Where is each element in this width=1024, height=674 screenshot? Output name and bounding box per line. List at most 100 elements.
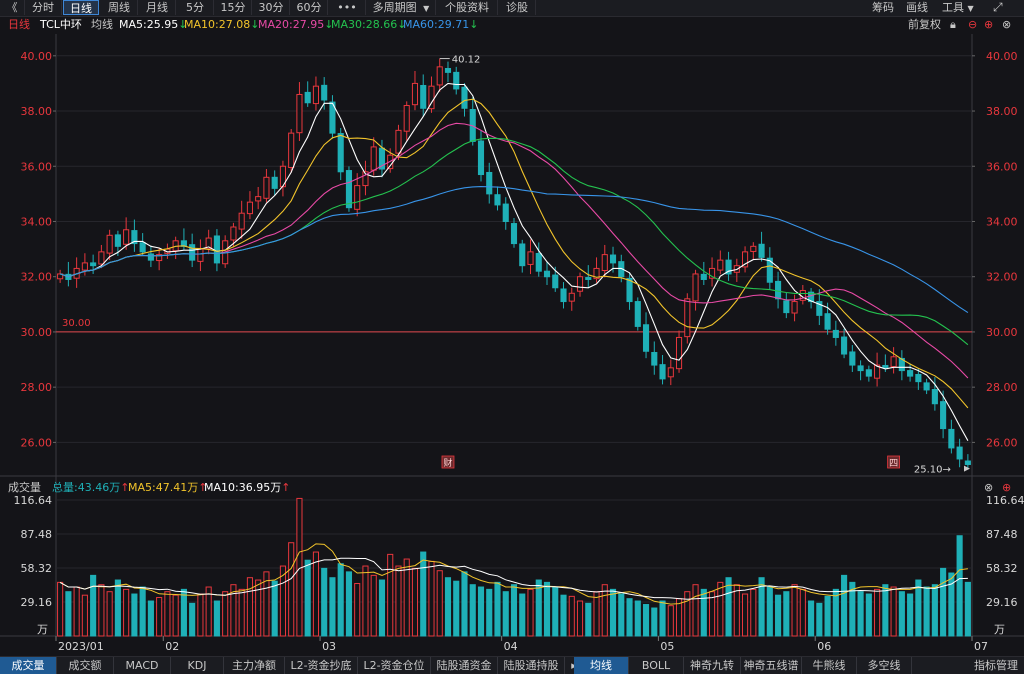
candle-body	[957, 447, 962, 459]
volume-bar	[619, 594, 624, 636]
marker-si: 四	[889, 459, 898, 469]
volume-bar	[693, 585, 698, 636]
indicator-tab-amount[interactable]: 成交额	[57, 657, 114, 674]
volume-bar	[553, 587, 558, 636]
indicator-tab-l2pos[interactable]: L2-资金仓位	[358, 657, 431, 674]
candle-body	[338, 134, 343, 172]
indicator-tab-hkflow[interactable]: 陆股通资金	[431, 657, 498, 674]
volume-ma5: MA5:47.41万↑	[128, 480, 207, 496]
candle-body	[264, 177, 269, 198]
volume-bar	[223, 592, 228, 636]
candle-body	[404, 106, 409, 132]
candle-body	[759, 244, 764, 257]
candle-body	[561, 289, 566, 302]
overlay-tab-ma[interactable]: 均线	[574, 657, 629, 674]
candle-body	[866, 370, 871, 376]
candle-body	[825, 314, 830, 329]
low-label: 25.10→	[914, 465, 951, 476]
price-tick-label-right: 40.00	[986, 50, 1018, 63]
volume-bar	[404, 559, 409, 636]
price-tick-label: 38.00	[21, 105, 53, 118]
volume-tick-label-right: 29.16	[986, 596, 1018, 609]
price-tick-label-right: 38.00	[986, 105, 1018, 118]
candle-body	[718, 260, 723, 270]
volume-tick-label: 29.16	[21, 596, 53, 609]
candle-body	[776, 281, 781, 298]
volume-bar	[957, 536, 962, 636]
volume-bar	[379, 580, 384, 636]
indicator-tab-macd[interactable]: MACD	[114, 657, 171, 674]
price-tick-label: 26.00	[21, 436, 53, 449]
volume-bar	[875, 589, 880, 636]
candle-body	[346, 171, 351, 208]
volume-bar	[124, 589, 129, 636]
volume-tick-label: 87.48	[21, 528, 53, 541]
candle-body	[256, 197, 261, 201]
volume-bar	[883, 585, 888, 636]
price-tick-label-right: 36.00	[986, 160, 1018, 173]
volume-title: 成交量	[8, 480, 41, 496]
candle-body	[511, 224, 516, 244]
volume-bar	[470, 585, 475, 636]
candle-body	[569, 293, 574, 301]
last-price-marker	[964, 466, 970, 472]
annotations: 30.0040.1225.10→财四	[62, 55, 970, 476]
candle-body	[676, 337, 681, 368]
candle-body	[660, 365, 665, 379]
candle-body	[503, 204, 508, 221]
volume-bar	[239, 589, 244, 636]
price-tick-label-right: 30.00	[986, 326, 1018, 339]
volume-bar	[520, 594, 525, 636]
indicator-tab-vol[interactable]: 成交量	[0, 657, 57, 674]
candle-body	[602, 255, 607, 271]
candle-body	[784, 301, 789, 313]
volume-bar	[322, 568, 327, 636]
volume-bar	[652, 608, 657, 636]
add-icon[interactable]: ⊕	[1002, 480, 1011, 496]
volume-unit-label: 万	[37, 623, 48, 636]
volume-bar	[66, 592, 71, 636]
volume-bars	[58, 498, 971, 636]
indicator-tab-l2chase[interactable]: L2-资金抄底	[285, 657, 358, 674]
volume-bar	[643, 605, 648, 636]
ma20-line	[60, 123, 968, 378]
candle-body	[247, 202, 252, 213]
volume-bar	[899, 592, 904, 636]
indicator-manage-button[interactable]: 指标管理	[968, 657, 1024, 674]
close-icon[interactable]: ⊗	[984, 480, 993, 496]
candle-body	[454, 72, 459, 89]
volume-bar	[445, 578, 450, 636]
candle-body	[115, 235, 120, 246]
overlay-tab-boll[interactable]: BOLL	[629, 657, 684, 674]
indicator-tab-hkhold[interactable]: 陆股通持股	[498, 657, 565, 674]
volume-bar	[363, 566, 368, 636]
overlay-tab-duokong[interactable]: 多空线	[857, 657, 912, 674]
price-tick-label-right: 34.00	[986, 215, 1018, 228]
indicator-tab-kdj[interactable]: KDJ	[171, 657, 224, 674]
overlay-tab-nine[interactable]: 神奇九转	[684, 657, 741, 674]
candle-body	[297, 94, 302, 132]
candle-body	[231, 227, 236, 240]
volume-bar	[776, 595, 781, 636]
volume-bar	[495, 582, 500, 636]
overlay-tab-five[interactable]: 神奇五线谱	[741, 657, 802, 674]
volume-tick-label: 58.32	[21, 562, 53, 575]
volume-bar	[214, 601, 219, 636]
indicator-tab-mainflow[interactable]: 主力净额	[224, 657, 285, 674]
x-tick-label: 02	[165, 640, 179, 653]
candle-body	[908, 371, 913, 377]
candle-body	[635, 302, 640, 327]
candle-body	[544, 271, 549, 277]
axes: 40.0040.0038.0038.0036.0036.0034.0034.00…	[14, 50, 1024, 653]
candle-body	[850, 352, 855, 365]
candle-body	[693, 274, 698, 301]
x-tick-label: 07	[974, 640, 988, 653]
volume-bar	[82, 595, 87, 636]
candle-body	[239, 213, 244, 229]
overlay-tab-niuxiong[interactable]: 牛熊线	[802, 657, 857, 674]
candle-body	[792, 302, 797, 313]
price-tick-label-right: 28.00	[986, 381, 1018, 394]
candle-body	[140, 243, 145, 252]
x-tick-label: 04	[504, 640, 518, 653]
volume-bar	[866, 594, 871, 636]
